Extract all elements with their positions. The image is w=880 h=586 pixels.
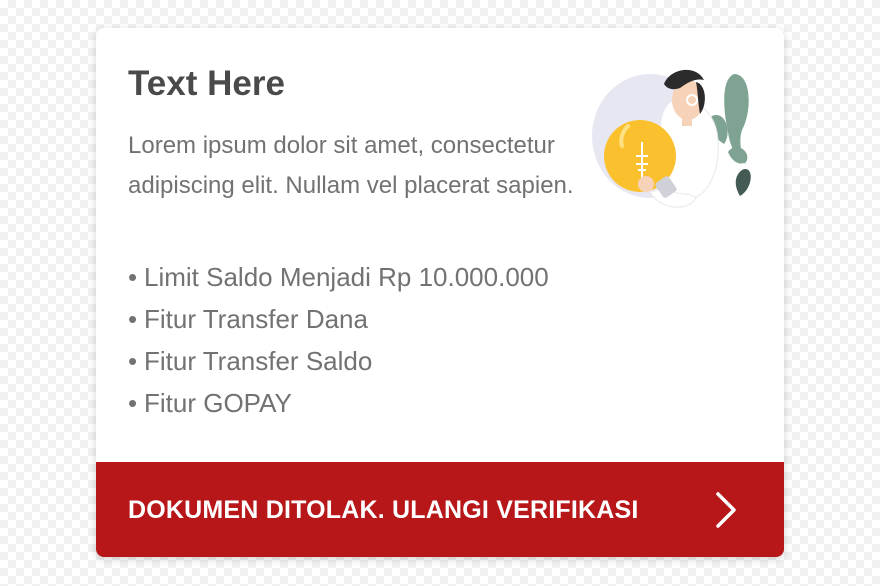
- bullet: •: [128, 304, 138, 334]
- reverify-button[interactable]: DOKUMEN DITOLAK. ULANGI VERIFIKASI: [96, 462, 784, 557]
- feature-list: • Limit Saldo Menjadi Rp 10.000.000 • Fitu…: [128, 256, 549, 424]
- card-description: Lorem ipsum dolor sit amet, consectetur …: [128, 132, 574, 199]
- person-holding-lightbulb-illustration: [592, 69, 751, 208]
- verification-card: Text Here Lorem ipsum dolor sit amet, co…: [96, 28, 784, 557]
- feature-item: • Limit Saldo Menjadi Rp 10.000.000: [128, 256, 549, 298]
- feature-label: Fitur Transfer Saldo: [144, 346, 373, 376]
- feature-label: Limit Saldo Menjadi Rp 10.000.000: [144, 262, 549, 292]
- bullet: •: [128, 388, 138, 418]
- feature-item: • Fitur Transfer Saldo: [128, 340, 549, 382]
- feature-label: Fitur Transfer Dana: [144, 304, 368, 334]
- card-title: Text Here: [128, 64, 285, 103]
- bullet: •: [128, 346, 138, 376]
- bullet: •: [128, 262, 138, 292]
- feature-label: Fitur GOPAY: [144, 388, 292, 418]
- feature-item: • Fitur Transfer Dana: [128, 298, 549, 340]
- chevron-right-icon: [716, 492, 736, 528]
- card-body: Text Here Lorem ipsum dolor sit amet, co…: [96, 28, 784, 462]
- reverify-button-label: DOKUMEN DITOLAK. ULANGI VERIFIKASI: [128, 496, 639, 524]
- feature-item: • Fitur GOPAY: [128, 382, 549, 424]
